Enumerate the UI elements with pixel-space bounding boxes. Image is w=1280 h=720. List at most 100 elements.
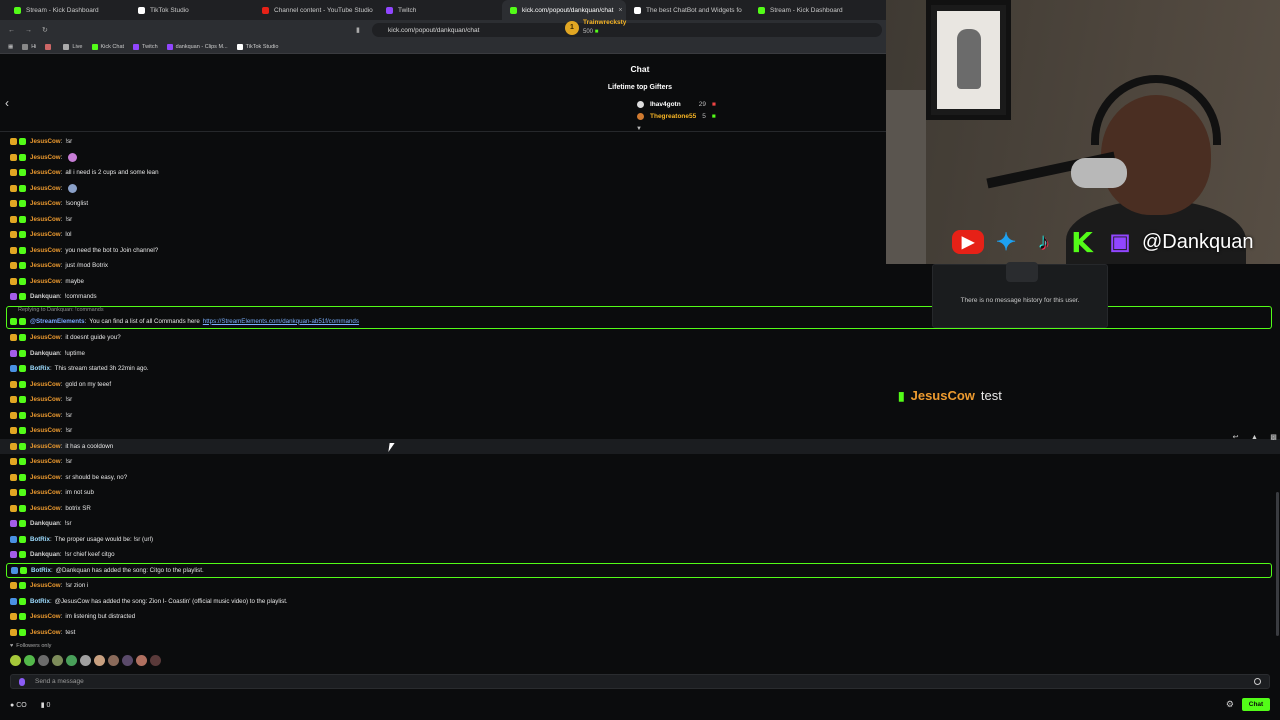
chat-message[interactable]: JesusCow: im listening but distracted bbox=[0, 609, 1280, 625]
apps-grid-icon[interactable]: ▦ bbox=[8, 44, 13, 50]
chat-username[interactable]: Dankquan bbox=[30, 520, 60, 527]
chat-username[interactable]: JesusCow bbox=[30, 185, 61, 192]
chat-message[interactable]: JesusCow: im not sub bbox=[0, 485, 1280, 501]
bookmark-star-icon[interactable]: ▮ bbox=[356, 26, 360, 34]
chat-message[interactable]: JesusCow: it doesnt guide you? bbox=[0, 330, 1280, 346]
back-nav-icon[interactable]: ← bbox=[8, 27, 15, 34]
scrollbar-thumb[interactable] bbox=[1276, 492, 1279, 636]
chat-username[interactable]: JesusCow bbox=[30, 505, 61, 512]
browser-tab[interactable]: TikTok Studio bbox=[130, 0, 254, 20]
browser-tab[interactable]: Stream - Kick Dashboard bbox=[750, 0, 874, 20]
chat-message[interactable]: Dankquan: !uptime bbox=[0, 346, 1280, 362]
forward-nav-icon[interactable]: → bbox=[25, 27, 32, 34]
emote-icon[interactable] bbox=[136, 655, 147, 666]
chat-send-button[interactable]: Chat bbox=[1242, 698, 1270, 711]
browser-tab[interactable]: Channel content - YouTube Studio bbox=[254, 0, 378, 20]
chat-username[interactable]: JesusCow bbox=[30, 474, 61, 481]
chat-username[interactable]: JesusCow bbox=[30, 154, 61, 161]
emote-icon[interactable] bbox=[94, 655, 105, 666]
reload-icon[interactable]: ↻ bbox=[42, 26, 48, 34]
emote-icon[interactable] bbox=[66, 655, 77, 666]
chat-username[interactable]: JesusCow bbox=[30, 412, 61, 419]
chat-message[interactable]: JesusCow: sr should be easy, no? bbox=[0, 470, 1280, 486]
chat-username[interactable]: JesusCow bbox=[30, 247, 61, 254]
chat-username[interactable]: JesusCow bbox=[30, 200, 61, 207]
chat-username[interactable]: JesusCow bbox=[30, 231, 61, 238]
chat-username[interactable]: @StreamElements bbox=[30, 318, 85, 325]
tab-close-icon[interactable]: × bbox=[618, 7, 622, 14]
browser-tab[interactable]: Stream - Kick Dashboard bbox=[6, 0, 130, 20]
emote-icon[interactable] bbox=[38, 655, 49, 666]
chat-username[interactable]: BotRix bbox=[31, 567, 51, 574]
commands-link[interactable]: https://StreamElements.com/dankquan-ab51… bbox=[203, 318, 359, 325]
emote-icon[interactable] bbox=[108, 655, 119, 666]
browser-tab[interactable]: Twitch bbox=[378, 0, 502, 20]
settings-gear-icon[interactable]: ⚙ bbox=[1226, 699, 1234, 710]
chat-message[interactable]: JesusCow: botrix SR bbox=[0, 501, 1280, 517]
chat-username[interactable]: JesusCow bbox=[30, 458, 61, 465]
chat-username[interactable]: Dankquan bbox=[30, 293, 60, 300]
emoji-icon[interactable] bbox=[1254, 678, 1261, 685]
bookmark-item[interactable]: Hi bbox=[22, 43, 36, 50]
browser-tab[interactable]: The best ChatBot and Widgets fo bbox=[626, 0, 750, 20]
chat-message[interactable]: JesusCow: !sr bbox=[0, 423, 1280, 439]
chat-username[interactable]: JesusCow bbox=[30, 613, 61, 620]
expand-chevron-icon[interactable]: ▼ bbox=[636, 126, 642, 132]
bookmark-item[interactable]: dankquan - Clips M... bbox=[166, 43, 228, 50]
message-input[interactable]: Send a message bbox=[10, 674, 1270, 689]
chat-username[interactable]: JesusCow bbox=[30, 216, 61, 223]
chat-username[interactable]: BotRix bbox=[30, 598, 50, 605]
emote-icon[interactable] bbox=[80, 655, 91, 666]
chat-username[interactable]: JesusCow bbox=[30, 169, 61, 176]
chat-message[interactable]: JesusCow: gold on my teeef bbox=[0, 377, 1280, 393]
bookmark-item[interactable]: Kick Chat bbox=[91, 43, 124, 50]
chat-message[interactable]: BotRix: The proper usage would be: !sr (u… bbox=[0, 532, 1280, 548]
chat-message[interactable]: JesusCow: !sr bbox=[0, 408, 1280, 424]
chat-username[interactable]: JesusCow bbox=[30, 262, 61, 269]
points-indicator[interactable]: ▮ 0 bbox=[41, 701, 51, 709]
chat-username[interactable]: BotRix bbox=[30, 365, 50, 372]
chat-message[interactable]: Dankquan: !sr bbox=[0, 516, 1280, 532]
bookmark-item[interactable]: TikTok Studio bbox=[236, 43, 278, 50]
emote-icon[interactable] bbox=[122, 655, 133, 666]
chat-message[interactable]: JesusCow: !sr bbox=[0, 454, 1280, 470]
chat-username[interactable]: JesusCow bbox=[30, 278, 61, 285]
gifter-row[interactable]: Ihav4gotn 29 ■ bbox=[637, 101, 716, 108]
chat-message[interactable]: JesusCow: it has a cooldown bbox=[0, 438, 1280, 454]
viewers-indicator[interactable]: ● CO bbox=[10, 702, 27, 709]
chat-username[interactable]: JesusCow bbox=[30, 138, 61, 145]
chat-message[interactable]: JesusCow: test bbox=[0, 625, 1280, 641]
reply-icon[interactable]: ↩ bbox=[1229, 432, 1242, 442]
emote-icon[interactable] bbox=[52, 655, 63, 666]
bookmark-item[interactable]: Twitch bbox=[133, 43, 158, 50]
chat-message[interactable]: JesusCow: !sr zion i bbox=[0, 578, 1280, 594]
url-field[interactable]: kick.com/popout/dankquan/chat bbox=[372, 23, 882, 37]
mic-icon[interactable] bbox=[19, 678, 25, 686]
browser-tab[interactable]: kick.com/popout/dankquan/chat × bbox=[502, 0, 626, 20]
chat-message[interactable]: BotRix: This stream started 3h 22min ago. bbox=[0, 361, 1280, 377]
bookmark-item[interactable]: Live bbox=[63, 43, 83, 50]
emote-icon[interactable] bbox=[150, 655, 161, 666]
emote-icon[interactable] bbox=[10, 655, 21, 666]
chat-username[interactable]: JesusCow bbox=[30, 443, 61, 450]
chat-username[interactable]: JesusCow bbox=[30, 381, 61, 388]
chat-username[interactable]: BotRix bbox=[30, 536, 50, 543]
chat-username[interactable]: Dankquan bbox=[30, 350, 60, 357]
pin-icon[interactable]: ▲ bbox=[1248, 432, 1261, 442]
chat-username[interactable]: JesusCow bbox=[30, 489, 61, 496]
chat-message[interactable]: BotRix: @JesusCow has added the song: Zio… bbox=[0, 594, 1280, 610]
chat-message[interactable]: Dankquan: !sr chief keef citgo bbox=[0, 547, 1280, 563]
bookmark-item[interactable] bbox=[45, 43, 54, 50]
emote-icon[interactable] bbox=[24, 655, 35, 666]
chat-username[interactable]: JesusCow bbox=[30, 629, 61, 636]
delete-icon[interactable]: ▩ bbox=[1267, 432, 1280, 442]
chat-message[interactable]: JesusCow: !sr bbox=[0, 392, 1280, 408]
chat-username[interactable]: JesusCow bbox=[30, 334, 61, 341]
chat-username[interactable]: JesusCow bbox=[30, 427, 61, 434]
chat-username[interactable]: Dankquan bbox=[30, 551, 60, 558]
gifter-row[interactable]: Thegreatone55 5 ■ bbox=[637, 113, 716, 120]
chat-username[interactable]: JesusCow bbox=[30, 582, 61, 589]
chat-message[interactable]: BotRix: @Dankquan has added the song: Cit… bbox=[6, 562, 1272, 578]
top-gifter-name[interactable]: Trainwrecksty bbox=[583, 19, 626, 26]
chat-username[interactable]: JesusCow bbox=[30, 396, 61, 403]
